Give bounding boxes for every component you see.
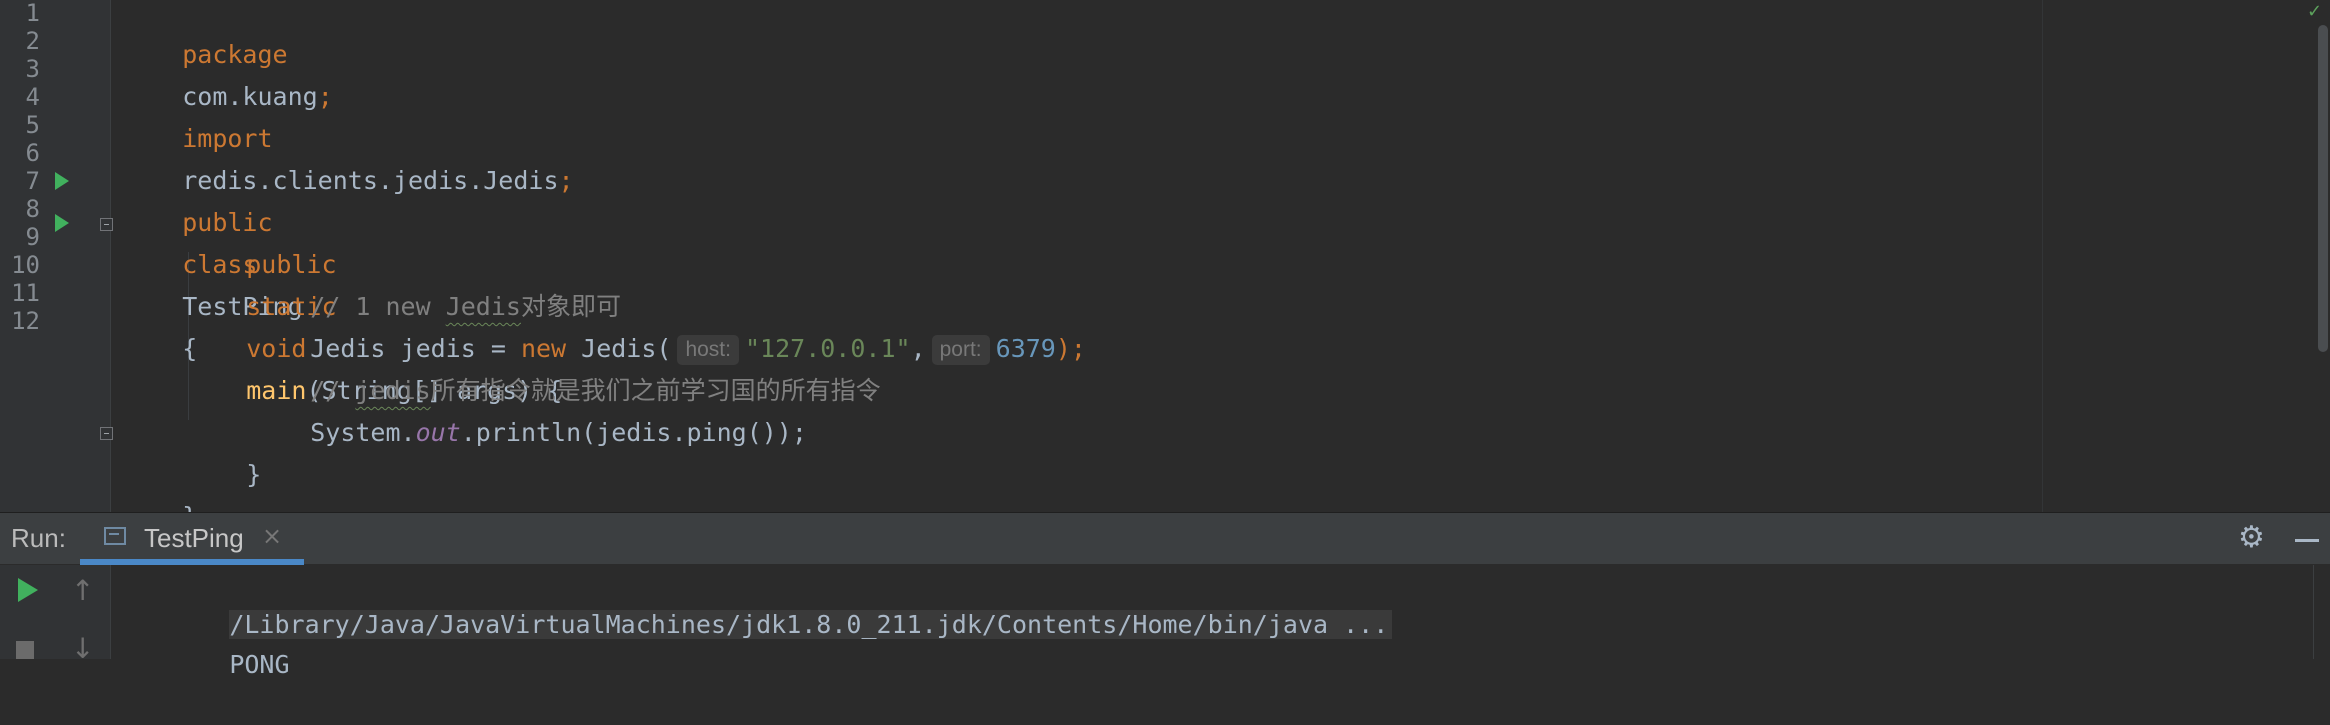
code-line-9[interactable]: // jedis所有指令就是我们之前学习国的所有指令 (250, 328, 880, 405)
code-line-12[interactable]: } (122, 454, 197, 512)
java-command: /Library/Java/JavaVirtualMachines/jdk1.8… (229, 610, 1393, 639)
code-line-3[interactable]: import redis.clients.jedis.Jedis; (122, 76, 573, 195)
tab-label: TestPing (144, 523, 244, 553)
code-line-11[interactable]: } (186, 412, 261, 489)
statement-end: ); (1055, 334, 1086, 363)
package-keyword: package (182, 40, 288, 69)
editor-scrollbar[interactable] (2318, 25, 2328, 352)
run-class-icon[interactable] (55, 172, 69, 190)
code-editor[interactable]: 1 2 3 4 5 6 7 8 9 10 11 12 package com.k… (0, 0, 2330, 512)
console-command-line: /Library/Java/JavaVirtualMachines/jdk1.8… (139, 565, 1393, 639)
code-line-6[interactable]: public static void main(String[] args) { (186, 202, 562, 405)
code-line-7[interactable]: // 1 new Jedis对象即可 (250, 244, 621, 321)
code-line-1[interactable]: package com.kuang; (122, 0, 333, 111)
console-output[interactable]: /Library/Java/JavaVirtualMachines/jdk1.8… (125, 565, 2330, 679)
system-class: System. (310, 418, 416, 447)
check-icon: ✓ (2307, 1, 2323, 22)
line-number-12: 12 (11, 307, 40, 335)
run-toolbar: ↑ ↓ (0, 565, 111, 663)
editor-gutter: 1 2 3 4 5 6 7 8 9 10 11 12 (0, 0, 113, 512)
import-keyword: import (182, 124, 273, 153)
right-margin-guide (2042, 0, 2043, 512)
println-call: .println(jedis.ping()); (460, 418, 807, 447)
code-line-8[interactable]: Jedis jedis = new Jedis(host: "127.0.0.1"… (250, 286, 1086, 365)
scroll-down-icon[interactable]: ↓ (71, 635, 94, 663)
fold-end-icon[interactable] (100, 427, 113, 440)
semicolon: ; (558, 166, 574, 195)
code-line-10[interactable]: System.out.println(jedis.ping()); (250, 370, 807, 447)
console-scrollbar[interactable] (2313, 565, 2330, 659)
close-brace: } (182, 502, 197, 512)
minimize-icon[interactable] (2295, 539, 2319, 542)
close-tab-icon[interactable]: × (262, 522, 282, 550)
console-output-line: PONG (139, 605, 289, 679)
rerun-icon[interactable] (18, 578, 38, 602)
console-tab-icon (104, 527, 126, 545)
code-line-5[interactable]: public class TestPing { (122, 160, 302, 363)
run-header: Run: TestPing × ⚙ (0, 513, 2330, 565)
port-value: 6379 (995, 334, 1056, 363)
port-parameter-hint: port: (931, 335, 990, 365)
tab-testping[interactable]: TestPing × (80, 513, 304, 565)
close-brace: } (246, 460, 262, 489)
fold-method-icon[interactable] (100, 218, 113, 231)
gear-icon[interactable]: ⚙ (2238, 523, 2265, 553)
run-main-icon[interactable] (55, 214, 69, 232)
comma: , (910, 334, 926, 363)
out-field: out (415, 418, 461, 447)
run-label: Run: (11, 523, 66, 553)
run-tool-window: Run: TestPing × ⚙ ↑ ↓ /Library/Java/Java… (0, 512, 2330, 679)
stop-icon[interactable] (16, 641, 34, 659)
pong-output: PONG (229, 650, 290, 679)
scroll-up-icon[interactable]: ↑ (71, 577, 94, 605)
